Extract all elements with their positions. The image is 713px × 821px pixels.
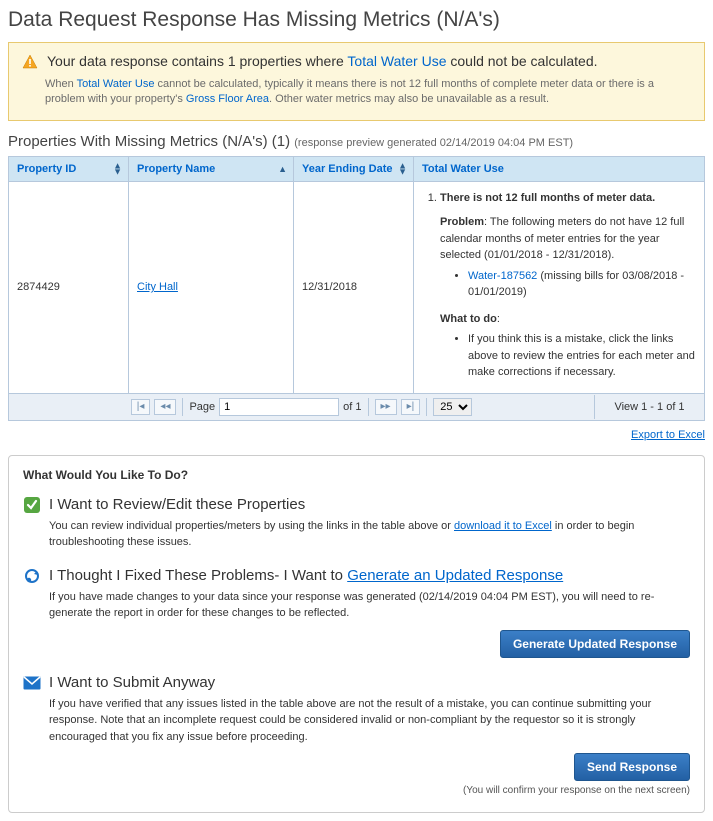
first-page-button[interactable]: |◂ bbox=[131, 399, 151, 415]
view-count: View 1 - 1 of 1 bbox=[594, 395, 704, 419]
last-page-button[interactable]: ▸| bbox=[401, 399, 421, 415]
total-water-use-link-2[interactable]: Total Water Use bbox=[77, 78, 155, 90]
gross-floor-area-link[interactable]: Gross Floor Area bbox=[186, 93, 269, 105]
page-title: Data Request Response Has Missing Metric… bbox=[8, 8, 705, 32]
export-row: Export to Excel bbox=[8, 427, 705, 441]
option-review-title: I Want to Review/Edit these Properties bbox=[49, 496, 305, 513]
panel-heading: What Would You Like To Do? bbox=[23, 468, 690, 482]
page-input[interactable] bbox=[219, 398, 339, 416]
col-property-id[interactable]: Property ID▲▼ bbox=[9, 156, 129, 181]
option-submit: I Want to Submit Anyway If you have veri… bbox=[23, 674, 690, 797]
option-submit-title: I Want to Submit Anyway bbox=[49, 674, 215, 691]
per-page-select[interactable]: 25 bbox=[433, 398, 472, 416]
property-link[interactable]: City Hall bbox=[137, 281, 178, 293]
option-submit-body: If you have verified that any issues lis… bbox=[49, 696, 690, 746]
sort-icon: ▲▼ bbox=[398, 162, 407, 175]
prev-page-button[interactable]: ◂◂ bbox=[154, 399, 176, 415]
sort-icon: ▲▼ bbox=[113, 162, 122, 175]
cell-year-ending: 12/31/2018 bbox=[294, 181, 414, 393]
option-regenerate: I Thought I Fixed These Problems- I Want… bbox=[23, 567, 690, 658]
download-excel-link[interactable]: download it to Excel bbox=[454, 520, 552, 532]
alert-message: Your data response contains 1 properties… bbox=[47, 53, 598, 69]
option-review-body: You can review individual properties/met… bbox=[49, 518, 690, 551]
cell-property-name: City Hall bbox=[129, 181, 294, 393]
export-excel-link[interactable]: Export to Excel bbox=[631, 429, 705, 441]
total-water-use-link[interactable]: Total Water Use bbox=[347, 53, 446, 69]
col-property-name[interactable]: Property Name▲ bbox=[129, 156, 294, 181]
of-label: of 1 bbox=[343, 401, 361, 413]
generate-updated-button[interactable]: Generate Updated Response bbox=[500, 630, 690, 658]
meter-link[interactable]: Water-187562 bbox=[468, 270, 537, 282]
option-regenerate-title: I Thought I Fixed These Problems- I Want… bbox=[49, 567, 563, 584]
alert-body: When Total Water Use cannot be calculate… bbox=[45, 77, 692, 108]
pager: |◂ ◂◂ Page of 1 ▸▸ ▸| 25 View 1 - 1 of 1 bbox=[8, 394, 705, 421]
properties-table: Property ID▲▼ Property Name▲ Year Ending… bbox=[8, 156, 705, 394]
warning-alert: Your data response contains 1 properties… bbox=[8, 42, 705, 121]
warning-icon bbox=[21, 53, 39, 71]
table-row: 2874429 City Hall 12/31/2018 There is no… bbox=[9, 181, 705, 393]
review-icon bbox=[23, 496, 41, 514]
confirm-note: (You will confirm your response on the n… bbox=[23, 785, 690, 796]
option-regenerate-body: If you have made changes to your data si… bbox=[49, 589, 690, 622]
section-heading: Properties With Missing Metrics (N/A's) … bbox=[8, 133, 705, 150]
cell-property-id: 2874429 bbox=[9, 181, 129, 393]
col-year-ending[interactable]: Year Ending Date▲▼ bbox=[294, 156, 414, 181]
next-page-button[interactable]: ▸▸ bbox=[375, 399, 397, 415]
generate-updated-link[interactable]: Generate an Updated Response bbox=[347, 567, 563, 584]
send-response-button[interactable]: Send Response bbox=[574, 753, 690, 781]
sort-asc-icon: ▲ bbox=[278, 166, 287, 172]
option-review: I Want to Review/Edit these Properties Y… bbox=[23, 496, 690, 551]
col-total-water-use[interactable]: Total Water Use bbox=[414, 156, 705, 181]
refresh-icon bbox=[23, 567, 41, 585]
page-label: Page bbox=[189, 401, 215, 413]
actions-panel: What Would You Like To Do? I Want to Rev… bbox=[8, 455, 705, 814]
mail-icon bbox=[23, 674, 41, 692]
cell-issue: There is not 12 full months of meter dat… bbox=[414, 181, 705, 393]
